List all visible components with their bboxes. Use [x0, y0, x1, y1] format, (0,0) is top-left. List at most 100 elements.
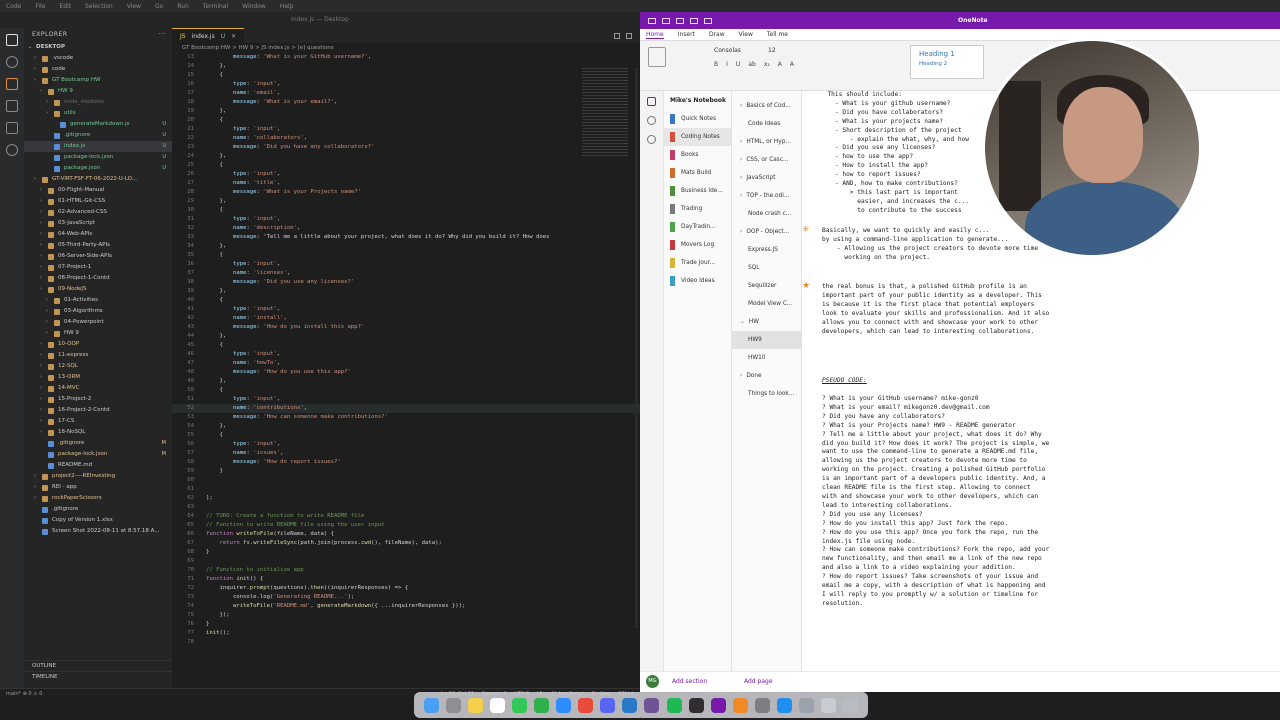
chrome-icon[interactable]: [578, 697, 594, 713]
tree-file[interactable]: .gitignore: [24, 504, 172, 515]
page-item[interactable]: › Done: [732, 367, 801, 385]
code-line[interactable]: 41 type: 'input',: [172, 305, 640, 314]
section-item[interactable]: Quick Notes: [664, 110, 731, 128]
tree-file[interactable]: package-lock.json M: [24, 449, 172, 460]
tree-folder[interactable]: › 11-express: [24, 350, 172, 361]
tree-folder[interactable]: › project2----REInvesting: [24, 471, 172, 482]
section-item[interactable]: Movers Log: [664, 236, 731, 254]
page-item[interactable]: › CSS, or Casc...: [732, 151, 801, 169]
code-line[interactable]: 46 type: 'input',: [172, 350, 640, 359]
code-line[interactable]: 49 },: [172, 377, 640, 386]
code-line[interactable]: 18 message: 'What is your email?',: [172, 98, 640, 107]
code-line[interactable]: 67 return fs.writeFileSync(path.join(pro…: [172, 539, 640, 548]
page-item[interactable]: HW10: [732, 349, 801, 367]
tree-folder[interactable]: › 04-Powerpoint: [24, 317, 172, 328]
note-bonus[interactable]: the real bonus is that, a polished GitHu…: [822, 283, 1049, 336]
code-line[interactable]: 78: [172, 638, 640, 647]
tree-folder[interactable]: › 00-Flight-Manual: [24, 185, 172, 196]
tree-folder[interactable]: › 18-NoSQL: [24, 427, 172, 438]
page-item[interactable]: › HTML, or Hyp...: [732, 133, 801, 151]
documents-icon[interactable]: [821, 697, 837, 713]
page-item[interactable]: › JavaScript: [732, 169, 801, 187]
menubar-item[interactable]: Terminal: [203, 3, 228, 10]
code-line[interactable]: 28 message: 'What is your Projects name?…: [172, 188, 640, 197]
finder-icon[interactable]: [423, 697, 439, 713]
code-line[interactable]: 36 type: 'input',: [172, 260, 640, 269]
code-line[interactable]: 58 message: 'How do report issues?': [172, 458, 640, 467]
code-line[interactable]: 75 });: [172, 611, 640, 620]
messages-icon[interactable]: [511, 697, 527, 713]
code-line[interactable]: 24 },: [172, 152, 640, 161]
code-line[interactable]: 57 name: 'issues',: [172, 449, 640, 458]
tree-folder[interactable]: › 04-Web-APIs: [24, 229, 172, 240]
source-control-icon[interactable]: [6, 78, 18, 90]
books-icon[interactable]: [732, 697, 748, 713]
code-line[interactable]: 17 name: 'email',: [172, 89, 640, 98]
tree-folder[interactable]: › node_modules: [24, 97, 172, 108]
spotify-icon[interactable]: [666, 697, 682, 713]
code-line[interactable]: 22 name: 'collaborators',: [172, 134, 640, 143]
page-item[interactable]: Things to look...: [732, 385, 801, 403]
tab-index-js[interactable]: JS index.js U ✕: [172, 28, 245, 43]
tree-folder[interactable]: › utils: [24, 108, 172, 119]
timeline-panel[interactable]: TIMELINE: [24, 671, 172, 682]
tree-folder[interactable]: › 13-ORM: [24, 372, 172, 383]
tree-folder[interactable]: › .vscode: [24, 53, 172, 64]
settings-icon[interactable]: [754, 697, 770, 713]
tab-view[interactable]: View: [739, 31, 753, 38]
code-line[interactable]: 68}: [172, 548, 640, 557]
code-line[interactable]: 52 name: 'contributions',: [172, 404, 640, 413]
tree-folder[interactable]: › 03-JavaScript: [24, 218, 172, 229]
code-line[interactable]: 73 console.log('Generating README...');: [172, 593, 640, 602]
tree-file[interactable]: .gitignore U: [24, 130, 172, 141]
close-icon[interactable]: ✕: [231, 29, 236, 43]
appstore-icon[interactable]: [777, 697, 793, 713]
code-line[interactable]: 56 type: 'input',: [172, 440, 640, 449]
tree-file[interactable]: README.md: [24, 460, 172, 471]
git-branch-status[interactable]: main* ⊗ 0 ⚠ 0: [6, 691, 42, 697]
save-icon[interactable]: [676, 17, 684, 24]
code-line[interactable]: 40 {: [172, 296, 640, 305]
code-line[interactable]: 71 function init() {: [172, 575, 640, 584]
tree-folder[interactable]: › GT Bootcamp HW: [24, 75, 172, 86]
notebooks-icon[interactable]: [647, 97, 656, 106]
tree-folder[interactable]: › 15-Project-2: [24, 394, 172, 405]
tree-file[interactable]: .gitignore M: [24, 438, 172, 449]
recent-icon[interactable]: [647, 135, 656, 144]
code-line[interactable]: 55 {: [172, 431, 640, 440]
code-line[interactable]: 13 message: 'What is your GitHub usernam…: [172, 53, 640, 62]
tree-folder[interactable]: › rockPaperScissors: [24, 493, 172, 504]
format-button[interactable]: ab: [748, 61, 756, 68]
section-item[interactable]: Video Ideas: [664, 272, 731, 290]
tree-file[interactable]: Copy of Version 1.xlsx: [24, 515, 172, 526]
page-item[interactable]: Model View C...: [732, 295, 801, 313]
format-button[interactable]: U: [736, 61, 740, 68]
code-line[interactable]: 31 type: 'input',: [172, 215, 640, 224]
code-line[interactable]: 29 },: [172, 197, 640, 206]
code-line[interactable]: 47 name: 'howTo',: [172, 359, 640, 368]
pseudo-code-body[interactable]: ? What is your GitHub username? mike-gon…: [822, 395, 1049, 609]
section-item[interactable]: Business Ide...: [664, 182, 731, 200]
tree-folder[interactable]: › 10-OOP: [24, 339, 172, 350]
tree-folder[interactable]: › 01-Activities: [24, 295, 172, 306]
code-line[interactable]: 65 // Function to write README file using…: [172, 521, 640, 530]
menubar-item[interactable]: Run: [177, 3, 189, 10]
obs-icon[interactable]: [688, 697, 704, 713]
redo-icon[interactable]: [704, 17, 712, 24]
page-item[interactable]: › Basics of Cod...: [732, 97, 801, 115]
paste-icon[interactable]: [648, 47, 666, 67]
code-line[interactable]: 38 message: 'Did you use any licenses?': [172, 278, 640, 287]
code-line[interactable]: 25 {: [172, 161, 640, 170]
tree-folder[interactable]: › 01-HTML-Git-CSS: [24, 196, 172, 207]
section-item[interactable]: Mats Build: [664, 164, 731, 182]
breadcrumb[interactable]: GT Bootcamp HW > HW 9 > JS index.js > [e…: [172, 43, 640, 53]
onenote-icon[interactable]: [710, 697, 726, 713]
notebook-title[interactable]: Mike's Notebook: [664, 91, 731, 110]
code-line[interactable]: 23 message: 'Did you have any collaborat…: [172, 143, 640, 152]
code-line[interactable]: 42 name: 'install',: [172, 314, 640, 323]
format-button[interactable]: I: [726, 61, 728, 68]
tree-folder[interactable]: › 07-Project-1: [24, 262, 172, 273]
code-line[interactable]: 72 inquirer.prompt(questions).then((inqu…: [172, 584, 640, 593]
page-item[interactable]: ⌄ HW: [732, 313, 801, 331]
code-line[interactable]: 54 },: [172, 422, 640, 431]
